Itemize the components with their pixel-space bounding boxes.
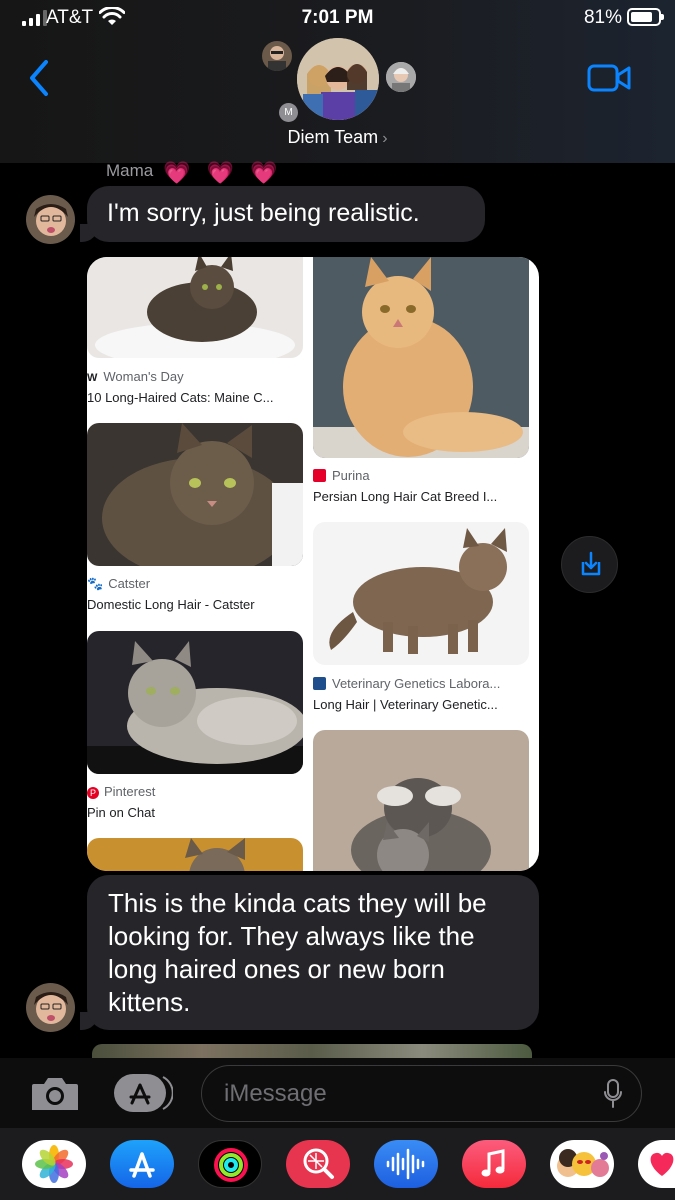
message-bubble[interactable]: I'm sorry, just being realistic. bbox=[87, 186, 485, 242]
womans-day-logo-icon: W bbox=[87, 372, 98, 384]
photos-app-icon[interactable] bbox=[22, 1140, 86, 1188]
participant-avatar bbox=[386, 62, 416, 92]
next-image-preview bbox=[92, 1044, 532, 1058]
shared-image-search-screenshot[interactable]: W Woman's Day 10 Long-Haired Cats: Maine … bbox=[87, 257, 539, 871]
microphone-icon[interactable] bbox=[603, 1079, 623, 1109]
vgl-logo-icon bbox=[313, 677, 326, 690]
message-text: This is the kinda cats they will be look… bbox=[108, 888, 487, 1017]
result-source: Purina bbox=[313, 468, 370, 483]
music-app-icon[interactable] bbox=[462, 1140, 526, 1188]
status-bar: AT&T 7:01 PM 81% bbox=[0, 0, 675, 36]
result-source: P Pinterest bbox=[87, 784, 155, 799]
pinterest-logo-icon: P bbox=[87, 787, 99, 799]
sender-avatar bbox=[26, 195, 75, 244]
camera-icon[interactable] bbox=[30, 1076, 80, 1112]
cat-image bbox=[87, 423, 303, 566]
sender-name: Mama bbox=[106, 161, 154, 180]
activity-app-icon[interactable] bbox=[198, 1140, 262, 1188]
cat-image bbox=[87, 257, 303, 358]
imessage-input[interactable]: iMessage bbox=[201, 1065, 642, 1122]
audio-message-app-icon[interactable] bbox=[374, 1140, 438, 1188]
battery-icon bbox=[627, 8, 664, 26]
result-title: Persian Long Hair Cat Breed I... bbox=[313, 489, 498, 504]
result-title: Long Hair | Veterinary Genetic... bbox=[313, 697, 498, 712]
sender-heart-emoji: 💗 💗 💗 bbox=[163, 160, 283, 185]
cat-image bbox=[87, 838, 303, 871]
participant-avatar bbox=[262, 41, 292, 71]
purina-logo-icon bbox=[313, 469, 326, 482]
cat-image bbox=[313, 522, 529, 665]
app-store-icon bbox=[114, 1074, 174, 1112]
cat-image bbox=[313, 257, 529, 458]
group-name: Diem Team bbox=[287, 127, 379, 147]
message-text: I'm sorry, just being realistic. bbox=[107, 199, 420, 227]
back-chevron-icon[interactable] bbox=[24, 56, 56, 100]
participant-initial-badge: M bbox=[279, 103, 298, 122]
cat-image bbox=[313, 730, 529, 871]
status-time: 7:01 PM bbox=[301, 7, 374, 28]
sender-avatar bbox=[26, 983, 75, 1032]
imessage-placeholder: iMessage bbox=[224, 1080, 327, 1107]
message-bubble[interactable]: This is the kinda cats they will be look… bbox=[87, 875, 539, 1030]
group-name-button[interactable]: Diem Team › bbox=[0, 127, 675, 148]
memoji-app-icon[interactable] bbox=[550, 1140, 614, 1188]
chevron-right-icon: › bbox=[382, 130, 388, 147]
result-source: W Woman's Day bbox=[87, 369, 184, 384]
battery-percentage: 81% bbox=[583, 7, 622, 28]
image-search-app-icon[interactable] bbox=[286, 1140, 350, 1188]
app-store-button[interactable] bbox=[113, 1073, 174, 1113]
result-title: 10 Long-Haired Cats: Maine C... bbox=[87, 390, 274, 405]
app-store-app-icon[interactable] bbox=[110, 1140, 174, 1188]
group-photo-avatar[interactable] bbox=[297, 38, 379, 120]
result-source: 🐾 Catster bbox=[87, 576, 151, 591]
facetime-video-icon[interactable] bbox=[587, 64, 631, 92]
save-to-photos-icon bbox=[581, 551, 601, 576]
paw-icon: 🐾 bbox=[87, 576, 104, 591]
result-source: Veterinary Genetics Labora... bbox=[313, 676, 500, 691]
save-image-button[interactable] bbox=[561, 536, 618, 593]
result-title: Pin on Chat bbox=[87, 805, 155, 820]
result-title: Domestic Long Hair - Catster bbox=[87, 597, 255, 612]
cat-image bbox=[87, 631, 303, 774]
